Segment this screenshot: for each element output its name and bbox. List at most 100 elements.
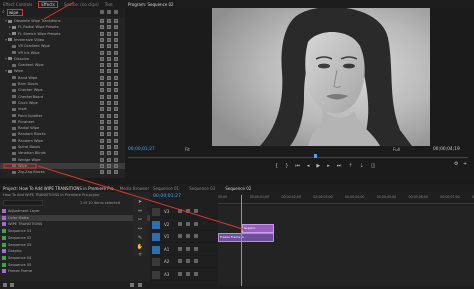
effect-item[interactable]: Checker Wipe — [0, 87, 125, 93]
effect-item[interactable]: ▾ Immersive Video — [0, 37, 125, 43]
project-item[interactable]: Sequence 01 — [0, 228, 150, 234]
tab-source[interactable]: Source: (no clips) — [64, 2, 99, 7]
effect-item[interactable]: Clock Wipe — [0, 100, 125, 106]
freeze-frame-clip[interactable]: Freeze Frame.m — [218, 233, 274, 242]
sync-icon[interactable] — [186, 246, 190, 251]
lock-icon[interactable] — [178, 259, 182, 263]
effect-item[interactable]: Spiral Boxes — [0, 144, 125, 150]
tab-effect-controls[interactable]: Effect Controls — [3, 2, 32, 7]
effect-item[interactable]: Gradient Wipe — [0, 62, 125, 68]
project-search-input[interactable] — [3, 200, 43, 206]
trash-icon[interactable] — [138, 283, 142, 287]
eye-icon[interactable] — [194, 234, 198, 238]
yuv-filter-icon[interactable] — [114, 10, 118, 14]
sync-icon[interactable] — [186, 209, 190, 213]
new-item-icon[interactable] — [130, 283, 134, 287]
track-header[interactable]: A3 — [150, 269, 218, 281]
track-target-toggle[interactable] — [152, 258, 160, 266]
program-scrubber[interactable] — [128, 154, 468, 158]
extract-icon[interactable]: ⇣ — [360, 163, 364, 169]
effect-item[interactable]: VR Iris Wipe — [0, 50, 125, 56]
project-item[interactable]: Sequence 05 — [0, 262, 150, 268]
timeline-ruler[interactable]: 00;00 00;00;01;00 00;00;02;00 00;00;03;00 00… — [218, 195, 474, 204]
tab-sequence-01[interactable]: Sequence 01 — [153, 186, 179, 191]
effect-item[interactable]: Venetian Blinds — [0, 150, 125, 156]
program-timecode[interactable]: 00;00;01;27 — [128, 147, 155, 152]
ripple-edit-tool-icon[interactable]: ⇔ — [138, 208, 142, 214]
effect-item[interactable]: Pinwheel — [0, 119, 125, 125]
playhead-marker[interactable] — [314, 154, 317, 158]
effect-item[interactable]: ▾ Dissolve — [0, 56, 125, 62]
lock-icon[interactable] — [178, 246, 182, 251]
settings-icon[interactable]: ⚙ — [454, 161, 458, 167]
eye-icon[interactable] — [194, 209, 198, 213]
lock-icon[interactable] — [178, 234, 182, 238]
project-item[interactable]: Sequence 04 — [0, 255, 150, 261]
tab-program[interactable]: Program: Sequence 02 — [128, 2, 174, 7]
tab-text[interactable]: Text — [105, 2, 113, 7]
track-header[interactable]: V3 — [150, 206, 218, 218]
project-item[interactable]: Freeze Frame — [0, 268, 150, 274]
track-target-toggle[interactable] — [152, 208, 160, 216]
tab-project[interactable]: Project: How To Add WIPE TRANSITIONS in … — [3, 186, 114, 191]
effect-item[interactable]: ▾ Obsolete Wipe Transitions — [0, 18, 125, 24]
sync-icon[interactable] — [186, 221, 190, 226]
project-item[interactable]: Color Matte — [0, 214, 150, 221]
sync-icon[interactable] — [186, 259, 190, 263]
play-icon[interactable]: ▶ — [316, 163, 320, 169]
effect-item[interactable]: Paint Splatter — [0, 113, 125, 119]
effect-item[interactable]: Random Blocks — [0, 131, 125, 137]
effect-item[interactable]: ▸ FL Stretch Wipe Presets — [0, 31, 125, 37]
project-item[interactable]: Adjustment Layer — [0, 208, 150, 214]
effect-item[interactable]: CheckerBoard — [0, 94, 125, 100]
effect-item[interactable]: ▸ FL Radial Wipe Presets — [0, 24, 125, 30]
tab-sequence-03[interactable]: Sequence 03 — [189, 186, 215, 191]
effect-item[interactable]: Wedge Wipe — [0, 157, 125, 163]
lock-icon[interactable] — [178, 221, 182, 226]
list-view-icon[interactable] — [3, 283, 7, 287]
sync-icon[interactable] — [186, 234, 190, 238]
effect-item[interactable]: Inset — [0, 106, 125, 112]
32bit-filter-icon[interactable] — [107, 10, 111, 14]
effect-item[interactable]: Radial Wipe — [0, 125, 125, 131]
track-target-toggle[interactable] — [152, 245, 160, 254]
icon-view-icon[interactable] — [10, 283, 14, 287]
project-item[interactable]: Graphic — [0, 248, 150, 254]
track-header[interactable]: A2 — [150, 256, 218, 268]
effect-item[interactable]: ▾ Wipe — [0, 68, 125, 74]
timeline-timecode[interactable]: 00;00;01;27 — [153, 194, 181, 199]
effect-item[interactable]: VR Gradient Wipe — [0, 43, 125, 49]
project-item[interactable]: Sequence 02 — [0, 235, 150, 241]
tab-media-browser[interactable]: Media Browser — [120, 186, 150, 191]
quality-dropdown[interactable]: Full — [393, 147, 400, 152]
eye-icon[interactable] — [194, 259, 198, 263]
eye-icon[interactable] — [194, 271, 198, 276]
search-input[interactable]: wipe — [7, 9, 23, 16]
track-header[interactable]: V1 — [150, 231, 218, 243]
effect-item[interactable]: Wipe — [0, 162, 125, 169]
eye-icon[interactable] — [194, 221, 198, 226]
graphic-clip[interactable]: Graphic — [242, 224, 274, 233]
go-to-out-icon[interactable]: ⏭ — [337, 163, 342, 169]
timeline-playhead[interactable] — [241, 195, 242, 286]
fit-dropdown[interactable]: Fit — [185, 147, 190, 152]
sync-icon[interactable] — [186, 271, 190, 276]
tab-sequence-02[interactable]: Sequence 02 — [225, 186, 251, 191]
tab-effects[interactable]: Effects — [38, 0, 58, 8]
accelerated-filter-icon[interactable] — [100, 10, 104, 14]
mark-out-icon[interactable]: } — [285, 163, 288, 169]
effect-item[interactable]: Barn Doors — [0, 81, 125, 87]
effect-item[interactable]: Zig-Zag Blocks — [0, 169, 125, 175]
mark-in-icon[interactable]: { — [275, 163, 278, 169]
pen-tool-icon[interactable]: ✎ — [138, 235, 142, 241]
export-frame-icon[interactable]: ◫ — [371, 163, 376, 169]
effect-item[interactable]: Random Wipe — [0, 138, 125, 144]
effect-item[interactable]: Band Wipe — [0, 75, 125, 81]
track-target-toggle[interactable] — [152, 233, 160, 241]
track-target-toggle[interactable] — [152, 220, 160, 229]
slip-tool-icon[interactable]: ↔ — [138, 226, 142, 232]
type-tool-icon[interactable]: T — [138, 253, 141, 256]
project-item[interactable]: Sequence 03 — [0, 242, 150, 248]
lock-icon[interactable] — [178, 209, 182, 213]
lift-icon[interactable]: ⇡ — [348, 163, 352, 169]
